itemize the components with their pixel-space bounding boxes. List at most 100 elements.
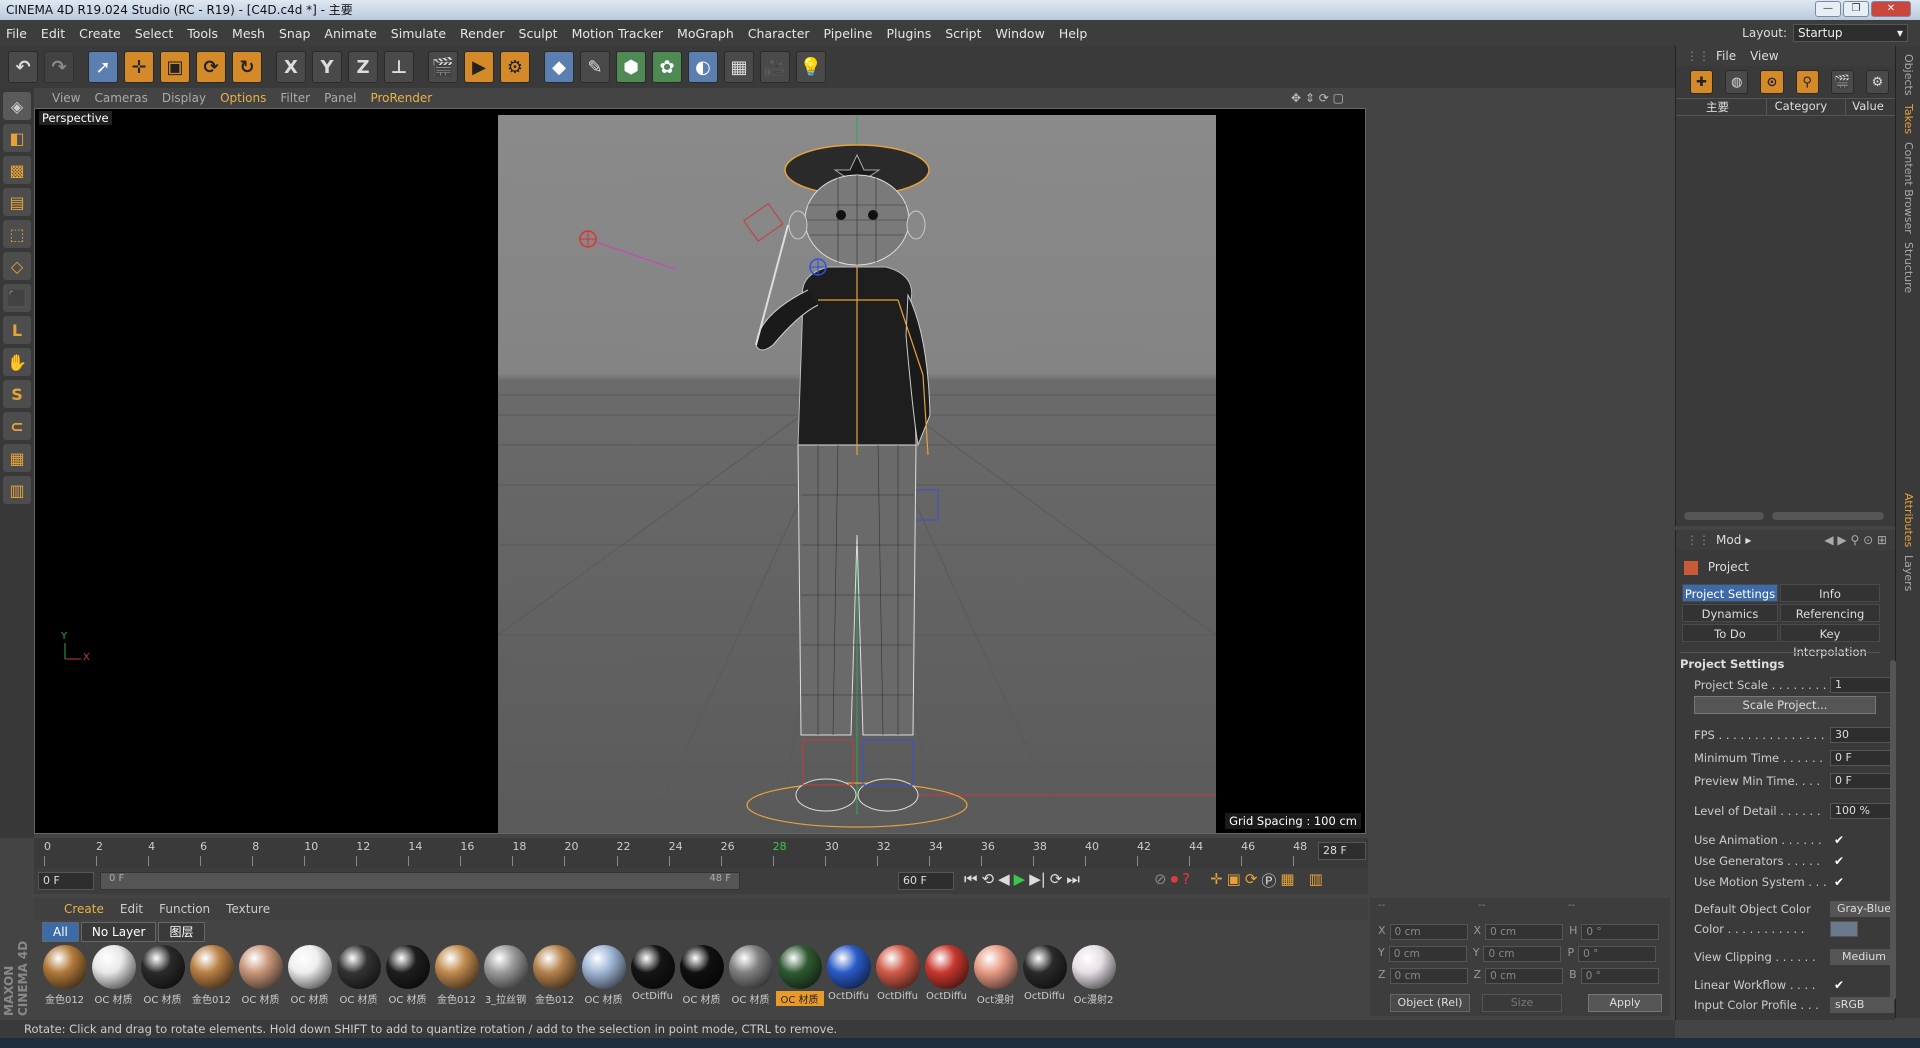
tab-referencing[interactable]: Referencing <box>1780 604 1880 622</box>
render-picture-viewer-icon[interactable]: ▶ <box>464 51 494 83</box>
axis-mode-icon[interactable]: L <box>3 316 31 344</box>
vp-menu-prorender[interactable]: ProRender <box>370 91 432 105</box>
end-frame-field[interactable]: 60 F <box>898 872 954 890</box>
subdivision-surface-icon[interactable]: ⬢ <box>616 51 646 83</box>
key-pla-icon[interactable]: ▦ <box>1280 870 1294 891</box>
rotate-tool-icon[interactable]: ⟳ <box>196 51 226 83</box>
material-item[interactable]: OC 材质 <box>775 945 824 1007</box>
tab-key-interpolation[interactable]: Key Interpolation <box>1780 624 1880 659</box>
scale-project-button[interactable]: Scale Project... <box>1694 696 1876 714</box>
menu-create[interactable]: Create <box>79 26 121 41</box>
lock-workplane-icon[interactable]: ▦ <box>3 444 31 472</box>
tab-info[interactable]: Info <box>1780 584 1880 602</box>
material-item[interactable]: OC 材质 <box>579 945 628 1007</box>
material-item[interactable]: OC 材质 <box>89 945 138 1007</box>
material-item[interactable]: 3_拉丝钢 <box>481 945 530 1007</box>
current-frame-field[interactable]: 28 F <box>1318 842 1366 860</box>
use-generators-checkbox[interactable]: ✔ <box>1834 852 1844 870</box>
filter-layer[interactable]: 图层 <box>158 922 205 942</box>
menu-file[interactable]: File <box>6 26 27 41</box>
viewport-nav-icons[interactable]: ✥ ⇕ ⟳ ▢ <box>1291 91 1344 105</box>
attributes-scrollbar[interactable] <box>1890 660 1896 1000</box>
objects-menu-file[interactable]: File <box>1716 49 1736 63</box>
tab-to-do[interactable]: To Do <box>1682 624 1778 642</box>
view-clipping-dropdown[interactable]: Medium <box>1830 949 1894 965</box>
material-item[interactable]: OctDiffu <box>628 945 677 1007</box>
tweak-mode-icon[interactable]: ✋ <box>3 348 31 376</box>
tab-objects[interactable]: Objects <box>1902 54 1915 96</box>
filter-all[interactable]: All <box>42 922 79 942</box>
filter-takes-icon[interactable]: ⚙ <box>1865 70 1890 94</box>
tab-content-browser[interactable]: Content Browser <box>1902 142 1915 234</box>
perspective-viewport[interactable]: Perspective Y X Grid Spacing: 100 cm <box>34 108 1366 834</box>
lod-input[interactable]: 100 % <box>1830 803 1894 819</box>
material-item[interactable]: OctDiffu <box>824 945 873 1007</box>
deformer-icon[interactable]: ◐ <box>688 51 718 83</box>
scale-tool-icon[interactable]: ▣ <box>160 51 190 83</box>
lock-take-icon[interactable]: ⚲ <box>1795 70 1819 94</box>
prev-frame-icon[interactable]: ◀ <box>998 870 1010 888</box>
override-icon[interactable]: ◍ <box>1725 70 1749 94</box>
keyframe-selection-icon[interactable]: ? <box>1182 870 1190 891</box>
menu-window[interactable]: Window <box>996 26 1045 41</box>
input-color-dropdown[interactable]: sRGB <box>1830 997 1894 1013</box>
coord-input[interactable]: 0 ° <box>1581 924 1660 940</box>
coord-input[interactable]: 0 cm <box>1388 946 1467 962</box>
material-item[interactable]: Oc漫射2 <box>1069 945 1118 1007</box>
y-axis-lock-icon[interactable]: Y <box>312 51 342 83</box>
menu-plugins[interactable]: Plugins <box>886 26 931 41</box>
snap-icon[interactable]: ⊂ <box>3 412 31 440</box>
model-mode-icon[interactable]: ◧ <box>3 124 31 152</box>
move-tool-icon[interactable]: ✛ <box>124 51 154 83</box>
select-tool-icon[interactable]: ➚ <box>88 51 118 83</box>
coord-input[interactable]: 0 cm <box>1485 924 1564 940</box>
menu-pipeline[interactable]: Pipeline <box>824 26 873 41</box>
menu-snap[interactable]: Snap <box>279 26 310 41</box>
menu-character[interactable]: Character <box>748 26 810 41</box>
z-axis-lock-icon[interactable]: Z <box>348 51 378 83</box>
menu-sculpt[interactable]: Sculpt <box>519 26 558 41</box>
values-hscroll[interactable] <box>1772 512 1884 520</box>
tab-layers[interactable]: Layers <box>1902 555 1915 591</box>
material-item[interactable]: 金色012 <box>40 945 89 1007</box>
polygons-mode-icon[interactable]: ⬛ <box>3 284 31 312</box>
vp-menu-filter[interactable]: Filter <box>280 91 310 105</box>
texture-mode-icon[interactable]: ▩ <box>3 156 31 184</box>
material-item[interactable]: OC 材质 <box>236 945 285 1007</box>
light-icon[interactable]: 💡 <box>796 51 826 83</box>
solo-mode-icon[interactable]: S <box>3 380 31 408</box>
maximize-button[interactable]: ❐ <box>1843 1 1869 17</box>
timeline-window-icon[interactable]: ▥ <box>1309 870 1323 891</box>
use-motion-checkbox[interactable]: ✔ <box>1834 873 1844 891</box>
takes-icon[interactable]: ✚ <box>1690 70 1714 94</box>
key-rotation-icon[interactable]: ⟳ <box>1245 870 1258 891</box>
tab-dynamics[interactable]: Dynamics <box>1682 604 1778 622</box>
menu-help[interactable]: Help <box>1059 26 1088 41</box>
coord-input[interactable]: 0 cm <box>1483 946 1562 962</box>
coord-input[interactable]: 0 cm <box>1389 924 1468 940</box>
key-scale-icon[interactable]: ▣ <box>1227 870 1241 891</box>
material-item[interactable]: 金色012 <box>432 945 481 1007</box>
edges-mode-icon[interactable]: ◇ <box>3 252 31 280</box>
material-item[interactable]: OC 材质 <box>726 945 775 1007</box>
material-item[interactable]: 金色012 <box>187 945 236 1007</box>
record-keys-icon[interactable]: ⊘ <box>1154 870 1167 891</box>
menu-select[interactable]: Select <box>135 26 174 41</box>
vp-menu-options[interactable]: Options <box>220 91 266 105</box>
time-range-slider[interactable]: 0 F 48 F <box>100 872 740 890</box>
menu-mesh[interactable]: Mesh <box>232 26 265 41</box>
min-time-input[interactable]: 0 F <box>1830 750 1894 766</box>
floor-icon[interactable]: ▦ <box>724 51 754 83</box>
material-item[interactable]: OC 材质 <box>138 945 187 1007</box>
tab-takes[interactable]: Takes <box>1902 104 1915 134</box>
redo-icon[interactable]: ↷ <box>44 51 74 83</box>
next-key-icon[interactable]: ⟳ <box>1050 870 1063 888</box>
coordinate-system-icon[interactable]: ⊥ <box>384 51 414 83</box>
preview-min-input[interactable]: 0 F <box>1830 773 1894 789</box>
menu-mograph[interactable]: MoGraph <box>677 26 734 41</box>
menu-tools[interactable]: Tools <box>187 26 218 41</box>
material-item[interactable]: OC 材质 <box>334 945 383 1007</box>
fps-input[interactable]: 30 <box>1830 727 1894 743</box>
tab-project-settings[interactable]: Project Settings <box>1682 584 1778 602</box>
attributes-nav-icons[interactable]: ◀ ▶ ⚲ ⊙ ⊞ <box>1824 533 1887 547</box>
